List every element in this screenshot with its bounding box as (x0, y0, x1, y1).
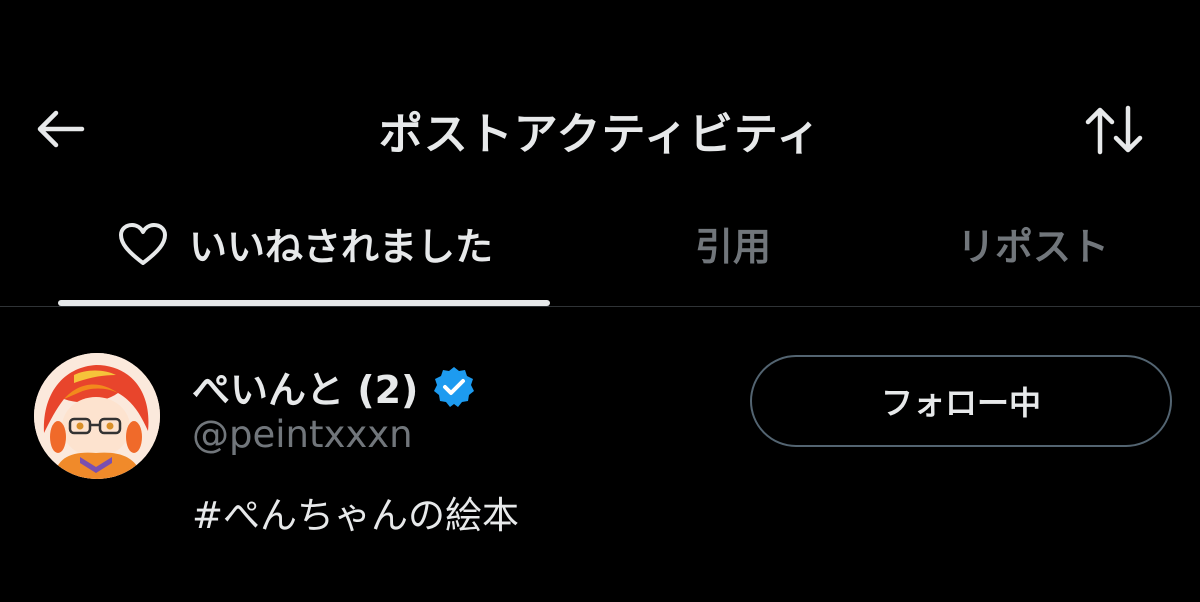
tab-quotes-label: 引用 (694, 225, 771, 269)
following-button[interactable]: フォロー中 (750, 355, 1172, 447)
tab-quotes[interactable]: 引用 (618, 190, 848, 297)
header: ポストアクティビティ (0, 0, 1200, 190)
page-title: ポストアクティビティ (378, 109, 822, 160)
tab-likes[interactable]: いいねされました (60, 190, 550, 297)
tab-reposts-label: リポスト (956, 225, 1109, 269)
sort-arrows-icon (1085, 105, 1143, 155)
tab-reposts[interactable]: リポスト (908, 190, 1158, 297)
sort-button[interactable] (1076, 100, 1152, 160)
heart-icon (117, 221, 169, 267)
user-handle[interactable]: @peintxxxn (192, 413, 413, 456)
display-name[interactable]: ぺいんと (2) (192, 359, 418, 414)
avatar[interactable] (34, 353, 160, 479)
user-list-item[interactable]: ぺいんと (2) @peintxxxn #ぺんちゃんの絵本 フォロー中 (0, 307, 1200, 602)
post-activity-screen: ポストアクティビティ いいねされました 引用 リポスト ぺいんと (2) @pe… (0, 0, 1200, 602)
display-name-row: ぺいんと (2) (192, 359, 476, 414)
tab-likes-label: いいねされました (188, 225, 493, 269)
user-bio: #ぺんちゃんの絵本 (192, 494, 520, 537)
tab-bar: いいねされました 引用 リポスト (0, 190, 1200, 307)
verified-badge-icon[interactable] (432, 365, 476, 409)
